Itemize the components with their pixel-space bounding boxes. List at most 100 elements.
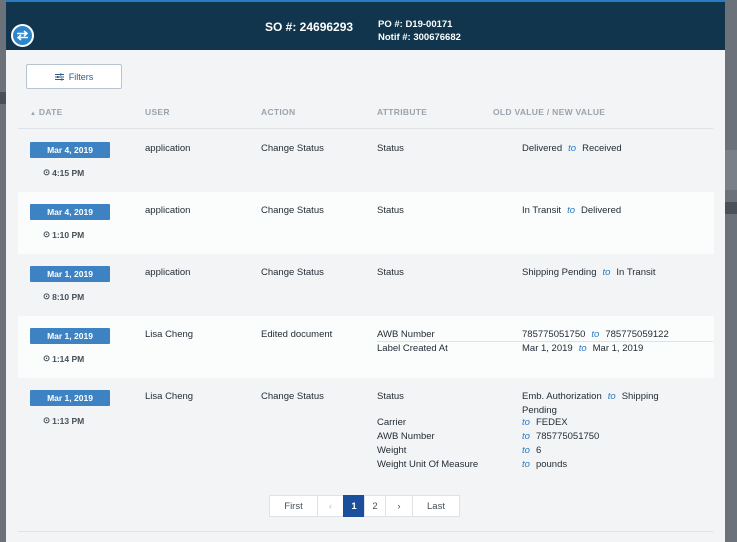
header-divider bbox=[18, 128, 713, 129]
date-badge: Mar 4, 2019 bbox=[30, 142, 110, 158]
user-cell: application bbox=[145, 267, 191, 278]
new-value: FEDEX bbox=[535, 417, 568, 428]
date-badge: Mar 1, 2019 bbox=[30, 390, 110, 406]
action-cell: Edited document bbox=[261, 329, 333, 340]
attribute-cell: AWB Number bbox=[377, 329, 435, 340]
action-cell: Change Status bbox=[261, 205, 324, 216]
footer-divider bbox=[18, 531, 713, 532]
time-label: ⊙ 4:15 PM bbox=[43, 167, 85, 178]
to-label: to bbox=[567, 205, 576, 216]
action-cell: Change Status bbox=[261, 267, 324, 278]
to-label: to bbox=[522, 445, 530, 456]
sliders-icon bbox=[54, 73, 64, 80]
clock-icon: ⊙ bbox=[43, 229, 51, 239]
date-badge: Mar 1, 2019 bbox=[30, 328, 110, 344]
new-value: pounds bbox=[535, 459, 568, 470]
clock-icon: ⊙ bbox=[43, 353, 51, 363]
old-value: Mar 1, 2019 bbox=[522, 343, 573, 354]
attribute-cell: AWB Number bbox=[377, 431, 435, 442]
new-value: 785775051750 bbox=[535, 431, 600, 442]
attribute-cell: Weight bbox=[377, 445, 407, 456]
value-change: to FEDEX bbox=[522, 416, 568, 430]
new-value: Mar 1, 2019 bbox=[592, 343, 644, 354]
background-fragment bbox=[725, 202, 737, 214]
new-value: Received bbox=[582, 143, 622, 154]
history-modal: SO #: 24696293 PO #: D19-00171 Notif #: … bbox=[6, 0, 725, 542]
attribute-cell: Status bbox=[377, 205, 404, 216]
clock-icon: ⊙ bbox=[43, 415, 51, 425]
value-change: In Transit to Delivered bbox=[522, 204, 621, 218]
table-row: Mar 4, 2019 ⊙ 1:10 PM application Change … bbox=[18, 192, 714, 254]
value-change: Mar 1, 2019 to Mar 1, 2019 bbox=[522, 342, 643, 356]
to-label: to bbox=[568, 143, 577, 154]
user-cell: Lisa Cheng bbox=[145, 391, 194, 402]
background-right bbox=[725, 0, 737, 542]
column-header-date[interactable]: ▲ DATE bbox=[30, 107, 63, 117]
attribute-cell: Status bbox=[377, 267, 404, 278]
clock-icon: ⊙ bbox=[43, 291, 51, 301]
new-value: Shipping bbox=[621, 391, 659, 402]
new-value: In Transit bbox=[616, 267, 656, 278]
new-value: 785775059122 bbox=[605, 329, 669, 340]
column-header-values: OLD VALUE / NEW VALUE bbox=[493, 107, 606, 117]
attribute-cell: Label Created At bbox=[377, 343, 448, 354]
page-button-1[interactable]: 1 bbox=[343, 495, 365, 517]
value-change: Delivered to Received bbox=[522, 142, 622, 156]
pagination: First ‹ 1 2 › Last bbox=[269, 495, 460, 517]
time-label: ⊙ 8:10 PM bbox=[43, 291, 85, 302]
to-label: to bbox=[522, 417, 530, 428]
attribute-cell: Weight Unit Of Measure bbox=[377, 459, 479, 470]
swap-arrows-icon[interactable] bbox=[11, 24, 34, 47]
value-change: Emb. Authorization to Shipping bbox=[522, 390, 659, 404]
to-label: to bbox=[578, 343, 587, 354]
po-notif-block: PO #: D19-00171 Notif #: 300676682 bbox=[378, 18, 461, 44]
value-change: to 6 bbox=[522, 444, 541, 458]
attribute-cell: Status bbox=[377, 143, 404, 154]
attribute-cell: Carrier bbox=[377, 417, 407, 428]
old-value: 785775051750 bbox=[522, 329, 586, 340]
sort-up-icon: ▲ bbox=[30, 111, 37, 117]
table-row: Mar 4, 2019 ⊙ 4:15 PM application Change … bbox=[18, 130, 714, 192]
filters-button[interactable]: Filters bbox=[26, 64, 122, 89]
to-label: to bbox=[522, 431, 530, 442]
new-value: 6 bbox=[535, 445, 542, 456]
table-row: Mar 1, 2019 ⊙ 8:10 PM application Change … bbox=[18, 254, 714, 316]
to-label: to bbox=[591, 329, 600, 340]
background-fragment bbox=[725, 150, 737, 190]
filters-label: Filters bbox=[68, 71, 94, 82]
notif-number: Notif #: 300676682 bbox=[378, 32, 461, 43]
attribute-cell: Status bbox=[377, 391, 404, 402]
last-page-button[interactable]: Last bbox=[412, 495, 460, 517]
to-label: to bbox=[602, 267, 611, 278]
po-number: PO #: D19-00171 bbox=[378, 19, 453, 30]
page-button-2[interactable]: 2 bbox=[364, 495, 386, 517]
user-cell: application bbox=[145, 143, 191, 154]
time-label: ⊙ 1:10 PM bbox=[43, 229, 85, 240]
old-value: Shipping Pending bbox=[522, 267, 597, 278]
date-badge: Mar 1, 2019 bbox=[30, 266, 110, 282]
user-cell: Lisa Cheng bbox=[145, 329, 194, 340]
to-label: to bbox=[607, 391, 616, 402]
old-value: In Transit bbox=[522, 205, 562, 216]
old-value: Emb. Authorization bbox=[522, 391, 602, 402]
action-cell: Change Status bbox=[261, 391, 324, 402]
column-header-user: USER bbox=[145, 107, 170, 117]
value-change: 785775051750 to 785775059122 bbox=[522, 328, 669, 342]
prev-page-button[interactable]: ‹ bbox=[317, 495, 344, 517]
new-value: Delivered bbox=[581, 205, 622, 216]
time-label: ⊙ 1:13 PM bbox=[43, 415, 85, 426]
value-change: to pounds bbox=[522, 458, 567, 472]
first-page-button[interactable]: First bbox=[269, 495, 318, 517]
modal-header: SO #: 24696293 PO #: D19-00171 Notif #: … bbox=[6, 2, 725, 50]
user-cell: application bbox=[145, 205, 191, 216]
next-page-button[interactable]: › bbox=[385, 495, 413, 517]
clock-icon: ⊙ bbox=[43, 167, 51, 177]
time-label: ⊙ 1:14 PM bbox=[43, 353, 85, 364]
column-header-action: ACTION bbox=[261, 107, 296, 117]
table-row: Mar 1, 2019 ⊙ 1:13 PM Lisa Cheng Change S… bbox=[18, 378, 714, 478]
old-value: Delivered bbox=[522, 143, 563, 154]
value-change: Shipping Pending to In Transit bbox=[522, 266, 656, 280]
date-badge: Mar 4, 2019 bbox=[30, 204, 110, 220]
so-number: SO #: 24696293 bbox=[265, 20, 354, 34]
value-change: to 785775051750 bbox=[522, 430, 599, 444]
